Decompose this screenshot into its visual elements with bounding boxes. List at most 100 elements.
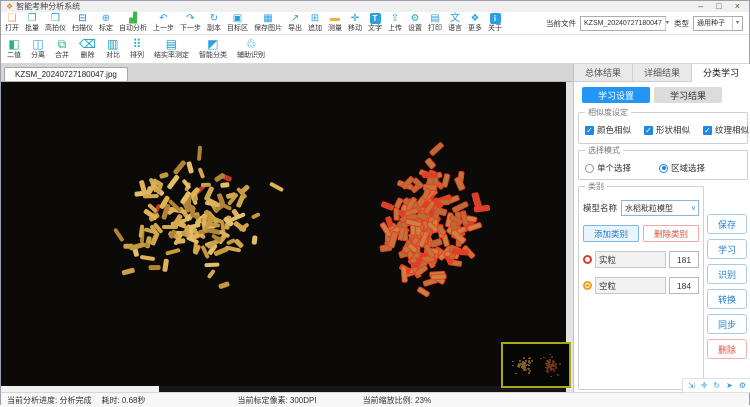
seed[interactable] (165, 248, 181, 256)
toolbar-about[interactable]: i关于 (488, 13, 502, 33)
horizontal-scrollbar-thumb[interactable] (1, 386, 159, 392)
toolbar-language[interactable]: 文语言 (448, 13, 462, 33)
toolbar-target-area[interactable]: ▣目标区 (227, 13, 248, 33)
toolbar-scanner[interactable]: ⊟扫描仪 (72, 13, 93, 33)
delete-button[interactable]: 删除 (707, 339, 747, 359)
seed[interactable] (186, 161, 194, 174)
seed[interactable] (173, 160, 187, 175)
class-count-field[interactable]: 184 (669, 277, 699, 294)
seed[interactable] (213, 173, 225, 183)
toolbar-seed-setting-rate[interactable]: ▤结实率测定 (154, 38, 189, 60)
view-settings-icon[interactable]: ⚙ (739, 382, 746, 390)
radio-single-select[interactable]: 单个选择 (585, 162, 631, 174)
seed[interactable] (197, 167, 204, 178)
toolbar-text[interactable]: T文字 (368, 13, 382, 33)
seed[interactable] (113, 227, 125, 242)
current-file-select[interactable]: KZSM_20240727180047 ▾ (580, 16, 666, 31)
radio-region-select[interactable]: 区域选择 (659, 162, 705, 174)
checkbox-shape-similar[interactable]: ✓形状相似 (644, 124, 690, 136)
toolbar-open[interactable]: ❏打开 (5, 13, 19, 33)
panel-tab-detail-results[interactable]: 详细结果 (633, 64, 692, 81)
toolbar-move[interactable]: ✛移动 (348, 13, 362, 33)
seed[interactable] (400, 265, 407, 282)
toolbar-separate[interactable]: ◫分离 (31, 38, 45, 60)
seed[interactable] (250, 212, 260, 220)
toolbar-export[interactable]: ↗导出 (288, 13, 302, 33)
seed[interactable] (471, 191, 482, 208)
seed[interactable] (422, 172, 438, 178)
learning-settings-button[interactable]: 学习设置 (582, 87, 650, 103)
toolbar-delete[interactable]: ⌫删除 (79, 38, 96, 60)
seed[interactable] (454, 176, 466, 191)
seed[interactable] (166, 174, 180, 190)
toolbar-merge[interactable]: ⧉合并 (55, 38, 69, 60)
toolbar-save-image[interactable]: ▦保存图片 (254, 13, 282, 33)
toolbar-batch[interactable]: ❐批量 (25, 13, 39, 33)
toolbar-more[interactable]: ❖更多 (468, 13, 482, 33)
class-name-field[interactable]: 空粒 (595, 277, 666, 294)
toolbar-print[interactable]: ▤打印 (428, 13, 442, 33)
viewer[interactable] (1, 82, 573, 392)
toolbar-auto-analyze[interactable]: ▟自动分析 (119, 13, 147, 33)
convert-button[interactable]: 转换 (707, 289, 747, 309)
toolbar-smart-classify[interactable]: ◩智能分类 (199, 38, 227, 60)
panel-tab-overall-results[interactable]: 总体结果 (574, 64, 633, 81)
delete-category-button[interactable]: 删除类别 (643, 225, 699, 242)
toolbar-arrange[interactable]: ⠿排列 (130, 38, 144, 60)
seed[interactable] (424, 157, 436, 170)
toolbar-upload[interactable]: ⇧上传 (388, 13, 402, 33)
pointer-icon[interactable]: ➤ (726, 382, 733, 390)
seed[interactable] (381, 201, 396, 212)
seed[interactable] (220, 183, 230, 189)
checkbox-texture-similar[interactable]: ✓纹理相似 (703, 124, 749, 136)
fit-view-icon[interactable]: ⇲ (688, 382, 695, 390)
minimize-button[interactable]: – (698, 2, 703, 11)
model-select[interactable]: 水稻秕粒模型 ∨ (621, 200, 699, 216)
seed[interactable] (452, 248, 469, 255)
seed[interactable] (207, 269, 216, 280)
toolbar-prev-step[interactable]: ↶上一步 (153, 13, 174, 33)
seed[interactable] (393, 207, 400, 220)
seed[interactable] (181, 178, 191, 189)
seed[interactable] (121, 267, 135, 275)
maximize-button[interactable]: □ (716, 2, 721, 11)
seed[interactable] (441, 173, 450, 188)
type-select[interactable]: 通用种子 ▾ (693, 16, 743, 31)
close-button[interactable]: × (735, 2, 740, 11)
add-category-button[interactable]: 添加类别 (583, 225, 639, 242)
image-tab[interactable]: KZSM_20240727180047.jpg (4, 67, 128, 81)
seed[interactable] (143, 194, 159, 199)
pan-icon[interactable]: ✛ (701, 382, 708, 390)
seed[interactable] (140, 255, 155, 261)
seed[interactable] (197, 146, 202, 161)
toolbar-compare[interactable]: ▥对比 (106, 38, 120, 60)
class-count-field[interactable]: 181 (669, 251, 699, 268)
rotate-icon[interactable]: ↻ (713, 382, 720, 390)
toolbar-doc-camera[interactable]: ❒高拍仪 (45, 13, 66, 33)
horizontal-scrollbar[interactable] (1, 386, 566, 392)
save-button[interactable]: 保存 (707, 214, 747, 234)
recognize-button[interactable]: 识别 (707, 264, 747, 284)
seed[interactable] (158, 172, 168, 179)
sync-button[interactable]: 同步 (707, 314, 747, 334)
toolbar-measure[interactable]: ▬测量 (328, 13, 342, 33)
seed[interactable] (269, 182, 284, 193)
seed[interactable] (204, 263, 220, 268)
seed[interactable] (417, 286, 431, 298)
toolbar-calibrate[interactable]: ⊕标定 (99, 13, 113, 33)
toolbar-append[interactable]: ⊞追加 (308, 13, 322, 33)
seed[interactable] (162, 259, 169, 273)
minimap[interactable] (501, 342, 571, 388)
toolbar-next-step[interactable]: ↷下一步 (180, 13, 201, 33)
toolbar-duplicate[interactable]: ↻副本 (207, 13, 221, 33)
seed[interactable] (190, 205, 195, 217)
seed[interactable] (219, 281, 231, 289)
toolbar-assist-recognize[interactable]: ♲辅助识别 (237, 38, 265, 60)
class-name-field[interactable]: 实粒 (595, 251, 666, 268)
panel-tab-classify-learning[interactable]: 分类学习 (692, 64, 750, 82)
checkbox-color-similar[interactable]: ✓颜色相似 (585, 124, 631, 136)
toolbar-settings[interactable]: ⚙设置 (408, 13, 422, 33)
seed[interactable] (149, 265, 161, 270)
toolbar-binary[interactable]: ◧二值 (7, 38, 21, 60)
seed[interactable] (252, 235, 258, 245)
